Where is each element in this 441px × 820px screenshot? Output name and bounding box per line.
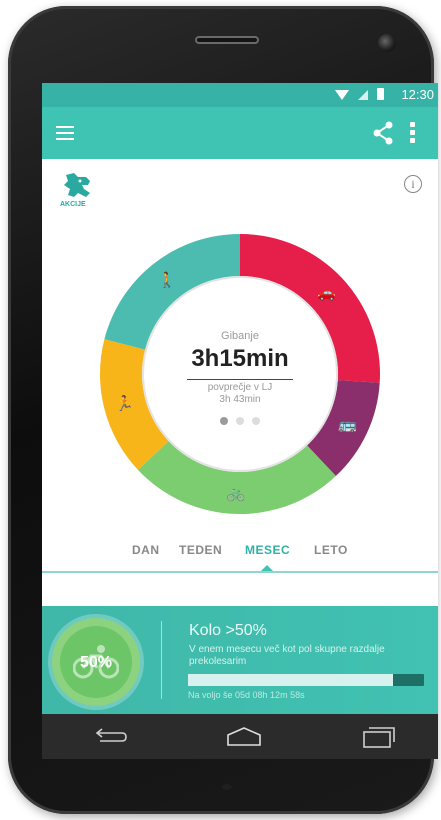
system-nav-bar (42, 714, 438, 759)
home-icon[interactable] (224, 725, 264, 747)
achievement-title: Kolo >50% (189, 622, 267, 639)
progress-fill (188, 674, 394, 686)
summary-divider (187, 379, 293, 380)
banner-divider (161, 621, 162, 699)
page-dot[interactable] (252, 417, 260, 425)
period-tabs: DAN TEDEN MESEC LETO (42, 539, 438, 575)
achievement-countdown: Na voljo še 05d 08h 12m 58s (188, 690, 305, 700)
brand-label: AKCIJE (60, 201, 86, 208)
bike-icon: 🚲 (227, 484, 246, 502)
tab-mesec[interactable]: MESEC (245, 543, 290, 557)
badge-percent: 50% (79, 654, 113, 671)
earpiece-speaker (195, 36, 259, 44)
tab-dan[interactable]: DAN (132, 543, 160, 557)
achievement-banner[interactable]: 50% Kolo >50% V enem mesecu več kot pol … (42, 606, 438, 714)
battery-icon (377, 88, 384, 100)
dragon-icon (64, 173, 90, 197)
tab-teden[interactable]: TEDEN (179, 543, 222, 557)
page-indicator[interactable] (220, 417, 260, 425)
app-bar (42, 107, 438, 159)
summary-label: Gibanje (221, 330, 259, 342)
menu-icon[interactable] (56, 126, 74, 140)
summary-value: 3h15min (191, 345, 289, 372)
back-icon[interactable] (92, 727, 128, 747)
share-icon[interactable] (372, 121, 394, 145)
wifi-icon (335, 90, 349, 100)
brand-logo[interactable]: AKCIJE (60, 171, 100, 211)
achievement-description: V enem mesecu več kot pol skupne razdalj… (189, 644, 385, 667)
page-dot-active[interactable] (220, 417, 228, 425)
average-value: 3h 43min (219, 394, 261, 405)
tab-leto[interactable]: LETO (314, 543, 348, 557)
overflow-menu-icon[interactable] (408, 122, 416, 146)
front-camera (378, 34, 396, 52)
recent-apps-icon[interactable] (360, 725, 396, 749)
achievement-badge: 50% (52, 618, 140, 706)
signal-icon (358, 90, 368, 100)
page-dot[interactable] (236, 417, 244, 425)
app-screen: 12:30 AKCIJE i 🚗 🚌 🚲 🏃 🚶 Gibanje 3h15min… (42, 83, 438, 759)
summary-panel: Gibanje 3h15min povprečje v LJ 3h 43min (144, 278, 336, 470)
bus-icon: 🚌 (338, 416, 357, 434)
tab-underline (42, 571, 438, 573)
bezel-sensor (222, 784, 232, 790)
average-label: povprečje v LJ (207, 382, 273, 393)
phone-frame: 12:30 AKCIJE i 🚗 🚌 🚲 🏃 🚶 Gibanje 3h15min… (8, 6, 438, 814)
achievement-progress (188, 674, 424, 686)
runner-icon: 🏃 (115, 395, 134, 413)
status-bar: 12:30 (42, 83, 438, 107)
status-time: 12:30 (401, 87, 434, 102)
info-icon[interactable]: i (404, 175, 422, 193)
